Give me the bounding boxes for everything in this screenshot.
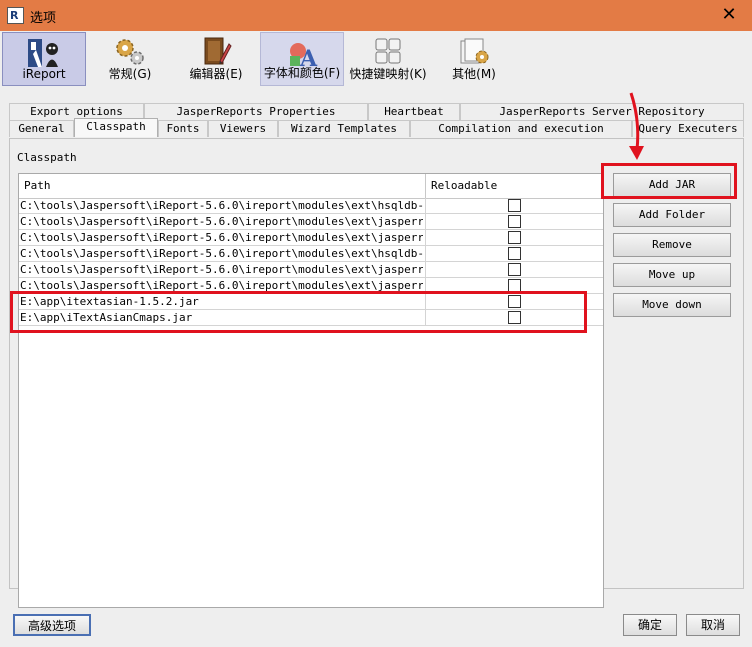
highlight-add-jar-box (601, 163, 737, 199)
classpath-entry-path: C:\tools\Jaspersoft\iReport-5.6.0\irepor… (20, 247, 423, 260)
red-arrow-icon (629, 92, 644, 160)
reloadable-checkbox[interactable] (508, 247, 521, 260)
column-divider (425, 174, 426, 198)
table-row[interactable]: C:\tools\Jaspersoft\iReport-5.6.0\irepor… (19, 214, 603, 230)
add-folder-button[interactable]: Add Folder (613, 203, 731, 227)
column-header-reloadable[interactable]: Reloadable (431, 179, 497, 192)
tab-heartbeat[interactable]: Heartbeat (368, 103, 460, 120)
column-divider (425, 214, 426, 230)
app-icon: R (7, 7, 24, 24)
reloadable-checkbox[interactable] (508, 231, 521, 244)
ok-button[interactable]: 确定 (623, 614, 677, 636)
toolbar-fonts-colors-label: 字体和颜色(F) (263, 66, 341, 80)
remove-button[interactable]: Remove (613, 233, 731, 257)
gears-icon (116, 39, 144, 65)
column-divider (425, 230, 426, 246)
toolbar-ireport-button[interactable]: iReport (2, 32, 86, 86)
cancel-button[interactable]: 取消 (686, 614, 740, 636)
tab-wizard-templates[interactable]: Wizard Templates (278, 120, 410, 137)
highlight-added-jars-box (10, 291, 587, 333)
reloadable-checkbox[interactable] (508, 263, 521, 276)
tab-jasperreports-server-repository[interactable]: JasperReports Server Repository (460, 103, 744, 120)
column-header-path[interactable]: Path (24, 179, 51, 192)
ireport-logo-icon (28, 39, 58, 67)
table-header: Path Reloadable (19, 174, 603, 199)
move-up-button[interactable]: Move up (613, 263, 731, 287)
tab-viewers[interactable]: Viewers (208, 120, 278, 137)
column-divider (425, 246, 426, 262)
column-divider (425, 198, 426, 214)
reloadable-checkbox[interactable] (508, 199, 521, 212)
classpath-table: Path Reloadable C:\tools\Jaspersoft\iRep… (18, 173, 604, 608)
classpath-entry-path: C:\tools\Jaspersoft\iReport-5.6.0\irepor… (20, 231, 423, 244)
classpath-entry-path: C:\tools\Jaspersoft\iReport-5.6.0\irepor… (20, 215, 423, 228)
classpath-section-label: Classpath (17, 151, 77, 164)
advanced-options-button[interactable]: 高级选项 (13, 614, 91, 636)
toolbar-general-button[interactable]: 常规(G) (88, 32, 172, 86)
reloadable-checkbox[interactable] (508, 215, 521, 228)
toolbar-keymap-button[interactable]: 快捷键映射(K) (346, 32, 430, 86)
table-row[interactable]: C:\tools\Jaspersoft\iReport-5.6.0\irepor… (19, 230, 603, 246)
toolbar-editor-button[interactable]: 编辑器(E) (174, 32, 258, 86)
folders-gear-icon (460, 38, 489, 64)
keyboard-icon (375, 38, 401, 64)
category-toolbar: iReport 常规(G) 编辑器(E) A 字体和颜色(F) 快捷键映射(K)… (0, 31, 752, 88)
table-row[interactable]: C:\tools\Jaspersoft\iReport-5.6.0\irepor… (19, 198, 603, 214)
toolbar-general-label: 常规(G) (108, 67, 152, 81)
move-down-button[interactable]: Move down (613, 293, 731, 317)
tab-jasperreports-properties[interactable]: JasperReports Properties (144, 103, 368, 120)
close-icon[interactable]: ✕ (706, 0, 752, 31)
column-divider (425, 262, 426, 278)
book-pen-icon (204, 37, 232, 65)
toolbar-fonts-colors-button[interactable]: A 字体和颜色(F) (260, 32, 344, 86)
table-row[interactable]: C:\tools\Jaspersoft\iReport-5.6.0\irepor… (19, 246, 603, 262)
tab-query-executers[interactable]: Query Executers (632, 120, 744, 137)
title-bar: R 选项 ✕ (0, 0, 752, 31)
classpath-entry-path: C:\tools\Jaspersoft\iReport-5.6.0\irepor… (20, 263, 423, 276)
toolbar-keymap-label: 快捷键映射(K) (349, 67, 427, 81)
window-title: 选项 (30, 11, 57, 26)
toolbar-misc-label: 其他(M) (452, 67, 496, 81)
classpath-entry-path: C:\tools\Jaspersoft\iReport-5.6.0\irepor… (20, 199, 423, 212)
tab-fonts[interactable]: Fonts (158, 120, 208, 137)
tab-classpath[interactable]: Classpath (74, 118, 158, 137)
toolbar-editor-label: 编辑器(E) (189, 67, 243, 81)
tab-general[interactable]: General (9, 120, 74, 137)
toolbar-misc-button[interactable]: 其他(M) (432, 32, 516, 86)
table-row[interactable]: C:\tools\Jaspersoft\iReport-5.6.0\irepor… (19, 262, 603, 278)
tab-compilation-execution[interactable]: Compilation and execution (410, 120, 632, 137)
toolbar-ireport-label: iReport (22, 67, 66, 81)
